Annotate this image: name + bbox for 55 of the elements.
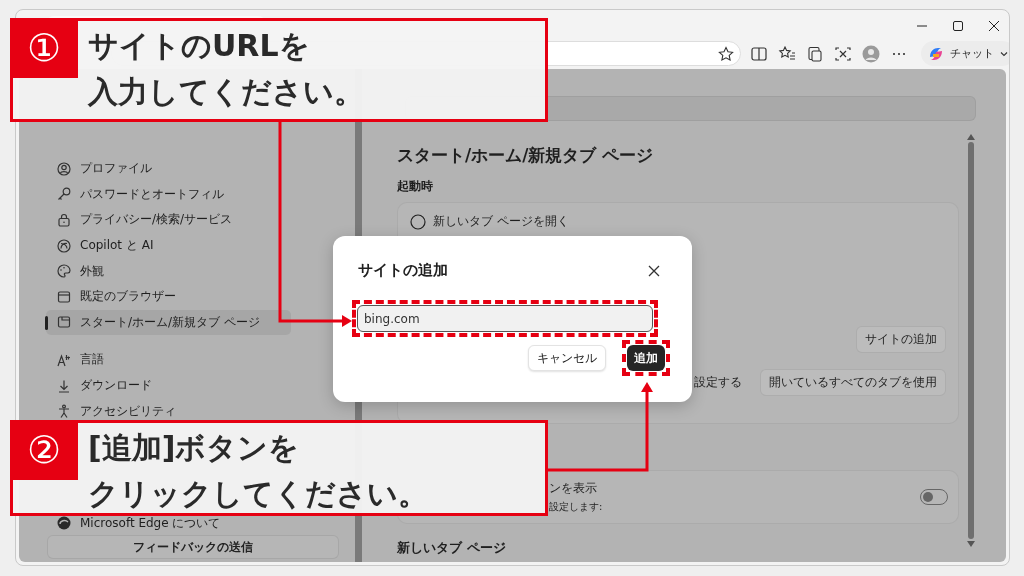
radio-option[interactable]: 新しいタブ ページを開く bbox=[410, 213, 946, 230]
sidebar-item[interactable]: プロファイル bbox=[46, 156, 291, 182]
sidebar-item[interactable]: 言語 bbox=[46, 347, 291, 373]
swirl-icon bbox=[57, 238, 71, 253]
chat-button[interactable]: チャット bbox=[921, 41, 1009, 66]
scroll-up-icon[interactable] bbox=[967, 134, 975, 140]
profile-icon bbox=[57, 161, 71, 176]
sidebar-link[interactable]: Microsoft Edge について bbox=[80, 514, 221, 532]
callout-text: クリックしてください。 bbox=[88, 475, 428, 513]
language-icon bbox=[57, 352, 71, 367]
callout-text: [追加]ボタンを bbox=[88, 429, 300, 467]
sidebar-item[interactable]: 既定のブラウザー bbox=[46, 283, 291, 310]
split-screen-icon[interactable] bbox=[749, 44, 769, 63]
setting-title: ンを表示 bbox=[549, 480, 598, 497]
close-icon[interactable] bbox=[989, 21, 999, 31]
sidebar-item[interactable]: ダウンロード bbox=[46, 372, 291, 399]
sidebar-item[interactable]: パスワードとオートフィル bbox=[46, 181, 291, 208]
sidebar-item[interactable]: 外観 bbox=[46, 258, 291, 284]
setting-description: 設定します: bbox=[549, 500, 603, 514]
swirl-icon bbox=[57, 516, 71, 530]
sidebar-item[interactable]: プライバシー/検索/サービス bbox=[46, 207, 291, 233]
callout-text: 入力してください。 bbox=[88, 73, 364, 111]
window-icon bbox=[57, 315, 71, 330]
maximize-icon[interactable] bbox=[953, 21, 963, 31]
star-icon[interactable] bbox=[718, 45, 734, 62]
dialog-title: サイトの追加 bbox=[358, 261, 448, 280]
key-icon bbox=[57, 187, 71, 202]
favorites-icon[interactable] bbox=[777, 44, 797, 63]
scrollbar-thumb[interactable] bbox=[968, 142, 974, 539]
section-label: 起動時 bbox=[397, 178, 434, 195]
collections-icon[interactable] bbox=[805, 44, 825, 63]
screenshot-icon[interactable] bbox=[833, 44, 853, 63]
sidebar-item[interactable]: Copilot と AI bbox=[46, 232, 291, 259]
add-site-button[interactable]: サイトの追加 bbox=[856, 326, 946, 353]
palette-icon bbox=[57, 264, 71, 279]
page-heading: スタート/ホーム/新規タブ ページ bbox=[397, 144, 655, 167]
add-button[interactable]: 追加 bbox=[627, 345, 665, 371]
download-icon bbox=[57, 378, 71, 393]
sidebar-item[interactable]: スタート/ホーム/新規タブ ページ bbox=[46, 309, 291, 336]
use-open-tabs-button[interactable]: 開いているすべてのタブを使用 bbox=[760, 369, 946, 396]
cancel-button[interactable]: キャンセル bbox=[528, 345, 606, 371]
window-icon bbox=[57, 289, 71, 304]
lock-icon bbox=[57, 213, 71, 227]
radio-icon[interactable] bbox=[410, 213, 426, 230]
step-badge: ② bbox=[10, 420, 78, 480]
option-text: 設定する bbox=[694, 374, 742, 391]
url-field[interactable]: bing.com bbox=[357, 305, 653, 332]
avatar-icon[interactable] bbox=[861, 44, 881, 63]
accessibility-icon bbox=[57, 404, 71, 419]
close-icon[interactable] bbox=[648, 264, 660, 277]
section-heading: 新しいタブ ページ bbox=[397, 540, 507, 556]
scroll-down-icon[interactable] bbox=[967, 541, 975, 547]
callout-text: サイトのURLを bbox=[88, 27, 310, 65]
step-badge: ① bbox=[10, 18, 78, 78]
feedback-button[interactable]: フィードバックの送信 bbox=[47, 535, 339, 559]
